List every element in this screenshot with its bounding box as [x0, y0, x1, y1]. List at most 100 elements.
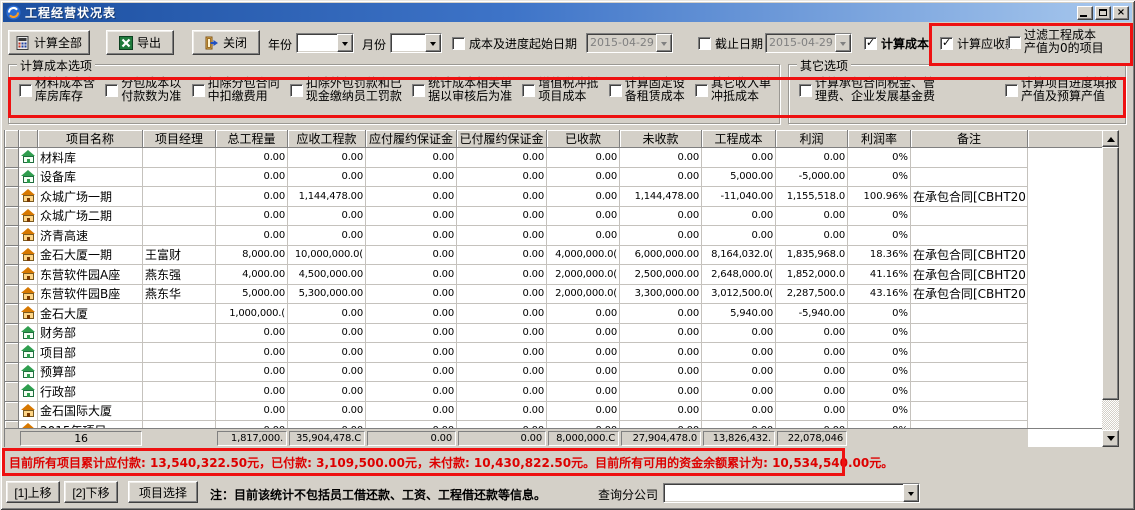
receivable-cell[interactable]: 0.00 — [288, 421, 366, 428]
cost-cell[interactable]: 0.00 — [702, 148, 776, 168]
table-row[interactable]: 2015年项目 0.00 0.00 0.00 0.00 0.00 0.00 0.… — [5, 421, 1102, 428]
quantity-cell[interactable]: 0.00 — [216, 168, 288, 188]
table-row[interactable]: 济青高速 0.00 0.00 0.00 0.00 0.00 0.00 0.00 … — [5, 226, 1102, 246]
quantity-cell[interactable]: 0.00 — [216, 402, 288, 422]
manager-cell[interactable] — [143, 304, 216, 324]
project-name-cell[interactable]: 行政部 — [38, 382, 143, 402]
manager-cell[interactable] — [143, 207, 216, 227]
cost-cell[interactable]: 0.00 — [702, 363, 776, 383]
margin-cell[interactable]: 0% — [848, 304, 911, 324]
remark-cell[interactable] — [911, 343, 1028, 363]
quantity-cell[interactable]: 0.00 — [216, 187, 288, 207]
receivable-cell[interactable]: 0.00 — [288, 324, 366, 344]
column-header-bond-payable[interactable]: 应付履约保证金 — [366, 130, 457, 148]
unreceived-cell[interactable]: 0.00 — [620, 207, 702, 227]
table-row[interactable]: 行政部 0.00 0.00 0.00 0.00 0.00 0.00 0.00 0… — [5, 382, 1102, 402]
cost-option-checkbox[interactable]: 材料成本含 库房库存 — [19, 77, 95, 103]
unreceived-cell[interactable]: 3,300,000.00 — [620, 285, 702, 305]
remark-cell[interactable]: 在承包合同[CBHT201 — [911, 246, 1028, 266]
unreceived-cell[interactable]: 0.00 — [620, 421, 702, 428]
received-cell[interactable]: 4,000,000.0( — [547, 246, 620, 266]
remark-cell[interactable]: 在承包合同[CBHT201 — [911, 265, 1028, 285]
scroll-up-button[interactable] — [1102, 130, 1119, 147]
bond-paid-cell[interactable]: 0.00 — [457, 246, 547, 266]
column-header-manager[interactable]: 项目经理 — [143, 130, 216, 148]
manager-cell[interactable] — [143, 324, 216, 344]
bond-paid-cell[interactable]: 0.00 — [457, 304, 547, 324]
table-row[interactable]: 金石国际大厦 0.00 0.00 0.00 0.00 0.00 0.00 0.0… — [5, 402, 1102, 422]
receivable-cell[interactable]: 0.00 — [288, 168, 366, 188]
cost-cell[interactable]: 0.00 — [702, 324, 776, 344]
profit-cell[interactable]: 0.00 — [776, 402, 848, 422]
quantity-cell[interactable]: 4,000.00 — [216, 265, 288, 285]
quantity-cell[interactable]: 0.00 — [216, 343, 288, 363]
checkbox[interactable] — [609, 84, 622, 97]
quantity-cell[interactable]: 8,000.00 — [216, 246, 288, 266]
margin-cell[interactable]: 0% — [848, 207, 911, 227]
checkbox[interactable] — [522, 84, 535, 97]
received-cell[interactable]: 0.00 — [547, 382, 620, 402]
cost-option-checkbox[interactable]: 增值税冲抵 项目成本 — [522, 77, 598, 103]
branch-dropdown-button[interactable] — [903, 484, 919, 502]
column-header-profit[interactable]: 利润 — [776, 130, 848, 148]
bond-paid-cell[interactable]: 0.00 — [457, 187, 547, 207]
table-row[interactable]: 设备库 0.00 0.00 0.00 0.00 0.00 0.00 5,000.… — [5, 168, 1102, 188]
bond-payable-cell[interactable]: 0.00 — [366, 324, 457, 344]
remark-cell[interactable] — [911, 382, 1028, 402]
margin-cell[interactable]: 18.36% — [848, 246, 911, 266]
margin-cell[interactable]: 0% — [848, 168, 911, 188]
project-name-cell[interactable]: 项目部 — [38, 343, 143, 363]
scroll-thumb[interactable] — [1102, 147, 1119, 400]
checkbox[interactable] — [1008, 36, 1021, 49]
project-name-cell[interactable]: 金石大厦 — [38, 304, 143, 324]
table-row[interactable]: 材料库 0.00 0.00 0.00 0.00 0.00 0.00 0.00 0… — [5, 148, 1102, 168]
table-row[interactable]: 金石大厦一期 王富财 8,000.00 10,000,000.0( 0.00 0… — [5, 246, 1102, 266]
project-name-cell[interactable]: 设备库 — [38, 168, 143, 188]
project-name-cell[interactable]: 财务部 — [38, 324, 143, 344]
move-down-button[interactable]: [2]下移 — [64, 481, 118, 503]
cost-option-checkbox[interactable]: 计算固定设 备租赁成本 — [609, 77, 685, 103]
margin-cell[interactable]: 100.96% — [848, 187, 911, 207]
bond-paid-cell[interactable]: 0.00 — [457, 324, 547, 344]
project-name-cell[interactable]: 材料库 — [38, 148, 143, 168]
unreceived-cell[interactable]: 1,144,478.00 — [620, 187, 702, 207]
row-selector[interactable] — [5, 304, 19, 324]
manager-cell[interactable] — [143, 148, 216, 168]
table-row[interactable]: 东营软件园A座 燕东强 4,000.00 4,500,000.00 0.00 0… — [5, 265, 1102, 285]
maximize-button[interactable] — [1095, 6, 1111, 20]
profit-cell[interactable]: 0.00 — [776, 363, 848, 383]
margin-cell[interactable]: 0% — [848, 226, 911, 246]
bond-paid-cell[interactable]: 0.00 — [457, 402, 547, 422]
quantity-cell[interactable]: 0.00 — [216, 226, 288, 246]
cost-cell[interactable]: 0.00 — [702, 207, 776, 227]
receivable-cell[interactable]: 0.00 — [288, 343, 366, 363]
icon-column-header[interactable] — [19, 130, 38, 148]
calc-cost-checkbox[interactable]: ✓ 计算成本 — [864, 35, 929, 52]
row-selector[interactable] — [5, 324, 19, 344]
bond-payable-cell[interactable]: 0.00 — [366, 246, 457, 266]
remark-cell[interactable] — [911, 363, 1028, 383]
checkbox[interactable] — [290, 84, 303, 97]
cost-option-checkbox[interactable]: 分包成本以 付款数为准 — [105, 77, 181, 103]
cost-cell[interactable]: 0.00 — [702, 343, 776, 363]
row-selector[interactable] — [5, 265, 19, 285]
row-selector[interactable] — [5, 382, 19, 402]
checkbox[interactable] — [698, 37, 711, 50]
manager-cell[interactable]: 燕东强 — [143, 265, 216, 285]
close-button[interactable]: × — [1113, 6, 1129, 20]
unreceived-cell[interactable]: 0.00 — [620, 363, 702, 383]
margin-cell[interactable]: 41.16% — [848, 265, 911, 285]
column-header-remark[interactable]: 备注 — [911, 130, 1028, 148]
profit-cell[interactable]: -5,940.00 — [776, 304, 848, 324]
profit-cell[interactable]: 1,835,968.0 — [776, 246, 848, 266]
receivable-cell[interactable]: 0.00 — [288, 207, 366, 227]
profit-cell[interactable]: 0.00 — [776, 226, 848, 246]
remark-cell[interactable] — [911, 324, 1028, 344]
project-name-cell[interactable]: 预算部 — [38, 363, 143, 383]
start-date-checkbox[interactable]: 成本及进度起始日期 — [452, 35, 577, 52]
column-header-unreceived[interactable]: 未收款 — [620, 130, 702, 148]
bond-paid-cell[interactable]: 0.00 — [457, 363, 547, 383]
cost-cell[interactable]: -11,040.00 — [702, 187, 776, 207]
minimize-button[interactable] — [1077, 6, 1093, 20]
profit-cell[interactable]: 0.00 — [776, 148, 848, 168]
